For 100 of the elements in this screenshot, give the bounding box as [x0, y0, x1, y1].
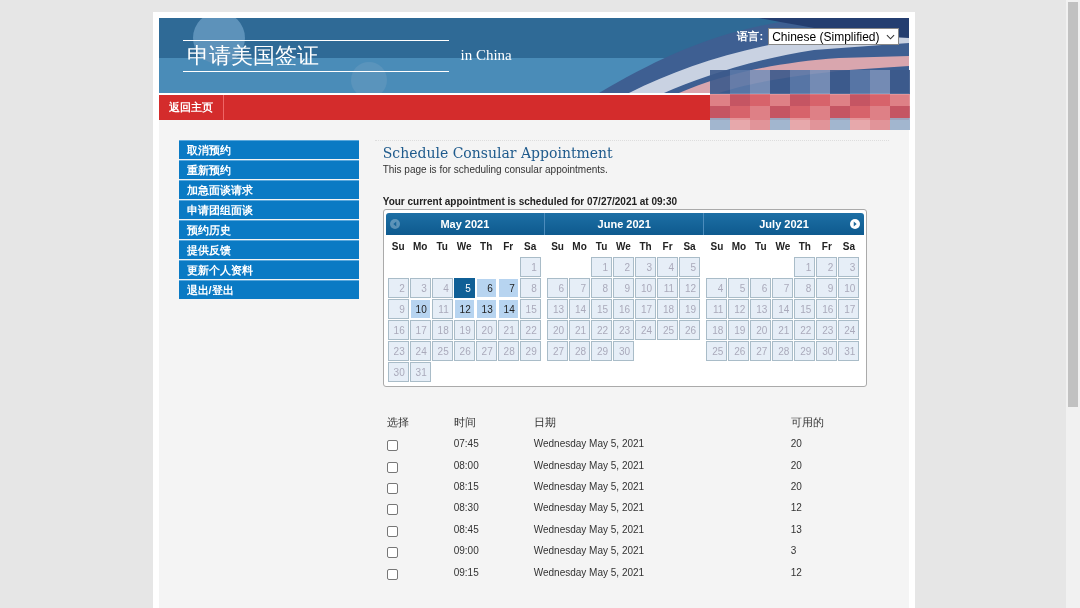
- calendar-day: 6: [547, 278, 569, 298]
- calendar-day[interactable]: 13: [475, 299, 497, 319]
- weekday-label: Tu: [754, 240, 768, 254]
- checkbox[interactable]: [386, 525, 398, 537]
- weekday-label: Mo: [571, 240, 588, 254]
- calendar-day: 1: [794, 257, 816, 277]
- page-title: Schedule Consular Appointment: [382, 145, 614, 161]
- calendar-day[interactable]: 6: [475, 278, 497, 298]
- calendar-day: 6: [750, 278, 772, 298]
- calendar-day: 11: [431, 299, 453, 319]
- weekday-label: Su: [709, 240, 725, 254]
- calendar-day: 23: [387, 341, 409, 361]
- calendar-day: 11: [657, 278, 679, 298]
- calendar-day: 2: [816, 257, 838, 277]
- calendar-day[interactable]: 12: [453, 299, 475, 319]
- language-select[interactable]: Chinese (Simplified): [768, 28, 899, 45]
- sidebar-item[interactable]: 提供反馈: [178, 240, 359, 259]
- table-cell-text: 08:45: [453, 523, 480, 535]
- calendar-day: 31: [838, 341, 860, 361]
- checkbox[interactable]: [386, 440, 398, 452]
- calendar-day: 30: [816, 341, 838, 361]
- calendar-day: 17: [409, 320, 431, 340]
- calendar-day: 22: [591, 320, 613, 340]
- table-cell-text: Wednesday May 5, 2021: [533, 566, 646, 578]
- table-cell-text: 13: [790, 523, 803, 535]
- weekday-label: Th: [797, 240, 812, 254]
- calendar-day: 26: [679, 320, 701, 340]
- table-cell-text: 12: [790, 502, 803, 514]
- calendar-day: 28: [569, 341, 591, 361]
- site-title: 申请美国签证: [186, 42, 319, 68]
- weekday-label: We: [774, 240, 792, 254]
- table-cell-text: Wednesday May 5, 2021: [533, 480, 646, 492]
- checkbox[interactable]: [386, 461, 398, 473]
- calendar-day: 2: [613, 257, 635, 277]
- calendar-day: 19: [679, 299, 701, 319]
- calendar-day: 8: [519, 278, 541, 298]
- calendar-day: 27: [475, 341, 497, 361]
- weekday-label: Sa: [841, 240, 856, 254]
- language-label: 语言:: [737, 29, 764, 44]
- weekday-label: Th: [638, 240, 653, 254]
- calendar-day: 3: [635, 257, 657, 277]
- calendar-day: 26: [453, 341, 475, 361]
- checkbox[interactable]: [386, 482, 398, 494]
- calendar-day: 1: [519, 257, 541, 277]
- calendar-day: 20: [750, 320, 772, 340]
- calendar-day: 24: [635, 320, 657, 340]
- calendar-day: 1: [591, 257, 613, 277]
- calendar-day: 12: [728, 299, 750, 319]
- calendar-day: 25: [657, 320, 679, 340]
- column-header: 选择: [385, 414, 410, 430]
- calendar-day[interactable]: 5: [453, 278, 475, 298]
- table-cell-text: 09:00: [453, 545, 480, 557]
- site-subtitle: in China: [460, 47, 512, 64]
- calendar-day[interactable]: 7: [497, 278, 519, 298]
- calendar-day: 28: [772, 341, 794, 361]
- weekday-label: Fr: [502, 240, 515, 254]
- calendar-day: 27: [750, 341, 772, 361]
- sidebar-item[interactable]: 预约历史: [178, 220, 359, 239]
- scrollbar[interactable]: [1066, 0, 1080, 608]
- weekday-label: Fr: [661, 240, 674, 254]
- calendar-day: 4: [657, 257, 679, 277]
- calendar-day: 21: [497, 320, 519, 340]
- calendar-day: 16: [387, 320, 409, 340]
- checkbox[interactable]: [386, 568, 398, 580]
- sidebar-item[interactable]: 退出/登出: [178, 280, 359, 299]
- month-header: July 2021: [704, 213, 864, 235]
- calendar-day: 21: [772, 320, 794, 340]
- sidebar-item[interactable]: 重新预约: [178, 160, 359, 179]
- weekday-label: Sa: [523, 240, 538, 254]
- calendar-day: 3: [409, 278, 431, 298]
- sidebar-item[interactable]: 申请团组面谈: [178, 200, 359, 219]
- calendar-day[interactable]: 14: [497, 299, 519, 319]
- table-cell-text: 12: [790, 566, 803, 578]
- calendar-day: 17: [838, 299, 860, 319]
- weekday-label: Tu: [594, 240, 609, 254]
- calendar-day: 9: [816, 278, 838, 298]
- weekday-label: Mo: [411, 240, 429, 254]
- calendar-day: 30: [613, 341, 635, 361]
- calendar-day: 13: [750, 299, 772, 319]
- calendar-day: 15: [591, 299, 613, 319]
- calendar-day: 29: [794, 341, 816, 361]
- checkbox[interactable]: [386, 504, 398, 516]
- sidebar-item[interactable]: 加急面谈请求: [178, 180, 359, 199]
- calendar-day: 15: [794, 299, 816, 319]
- next-icon[interactable]: [849, 219, 860, 229]
- sidebar-item[interactable]: 更新个人资料: [178, 260, 359, 279]
- weekday-label: Su: [390, 240, 406, 254]
- sidebar-item[interactable]: 取消预约: [178, 140, 359, 159]
- calendar-day: 10: [635, 278, 657, 298]
- calendar-day: 21: [569, 320, 591, 340]
- calendar-day: 20: [547, 320, 569, 340]
- calendar-day[interactable]: 10: [409, 299, 431, 319]
- weekday-label: Fr: [820, 240, 833, 254]
- calendar-day: 24: [838, 320, 860, 340]
- table-cell-text: 20: [790, 480, 803, 492]
- calendar-day: 2: [387, 278, 409, 298]
- calendar-day: 9: [387, 299, 409, 319]
- calendar-day: 19: [453, 320, 475, 340]
- calendar-day: 4: [431, 278, 453, 298]
- checkbox[interactable]: [386, 547, 398, 559]
